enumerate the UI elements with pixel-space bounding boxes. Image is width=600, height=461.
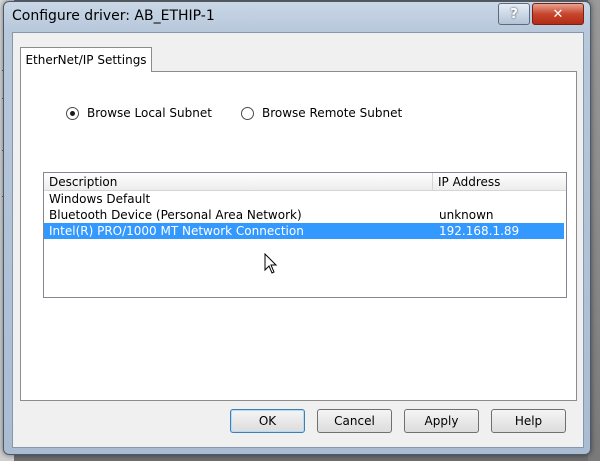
tab-ethernet-ip-settings[interactable]: EtherNet/IP Settings	[20, 47, 152, 72]
table-row[interactable]: Bluetooth Device (Personal Area Network)…	[44, 207, 564, 223]
row-description: Bluetooth Device (Personal Area Network)	[49, 208, 302, 222]
ok-button[interactable]: OK	[230, 409, 305, 433]
row-ip-address: unknown	[439, 208, 494, 222]
row-ip-address: 192.168.1.89	[439, 224, 520, 238]
dialog-client-area: EtherNet/IP Settings Browse Local Subnet…	[12, 32, 584, 448]
configure-driver-dialog: Configure driver: AB_ETHIP-1 ? ✕ EtherNe…	[3, 1, 591, 455]
question-icon: ?	[510, 6, 518, 22]
table-row-selected[interactable]: Intel(R) PRO/1000 MT Network Connection …	[44, 223, 564, 239]
browse-local-option[interactable]: Browse Local Subnet	[66, 106, 212, 120]
adapter-list[interactable]: Description IP Address Windows Default B…	[43, 172, 567, 298]
apply-button[interactable]: Apply	[404, 409, 479, 433]
column-header-description[interactable]: Description	[44, 173, 433, 190]
close-button[interactable]: ✕	[532, 3, 584, 25]
tab-panel: Browse Local Subnet Browse Remote Subnet…	[20, 71, 577, 401]
row-description: Intel(R) PRO/1000 MT Network Connection	[49, 224, 304, 238]
browse-remote-radio[interactable]	[241, 106, 254, 120]
help-title-button[interactable]: ?	[498, 3, 530, 25]
mouse-pointer-icon	[264, 253, 278, 274]
browse-remote-label: Browse Remote Subnet	[262, 106, 403, 120]
browse-remote-option[interactable]: Browse Remote Subnet	[241, 106, 402, 120]
list-header: Description IP Address	[44, 173, 566, 191]
table-row[interactable]: Windows Default	[44, 191, 564, 207]
title-bar[interactable]: Configure driver: AB_ETHIP-1 ? ✕	[4, 2, 590, 30]
column-header-ip-address[interactable]: IP Address	[433, 173, 566, 190]
cancel-button[interactable]: Cancel	[317, 409, 392, 433]
row-description: Windows Default	[49, 192, 151, 206]
window-title: Configure driver: AB_ETHIP-1	[12, 8, 215, 24]
browse-local-radio[interactable]	[66, 106, 79, 120]
help-button[interactable]: Help	[491, 409, 566, 433]
browse-local-label: Browse Local Subnet	[87, 106, 212, 120]
close-icon: ✕	[552, 6, 564, 22]
